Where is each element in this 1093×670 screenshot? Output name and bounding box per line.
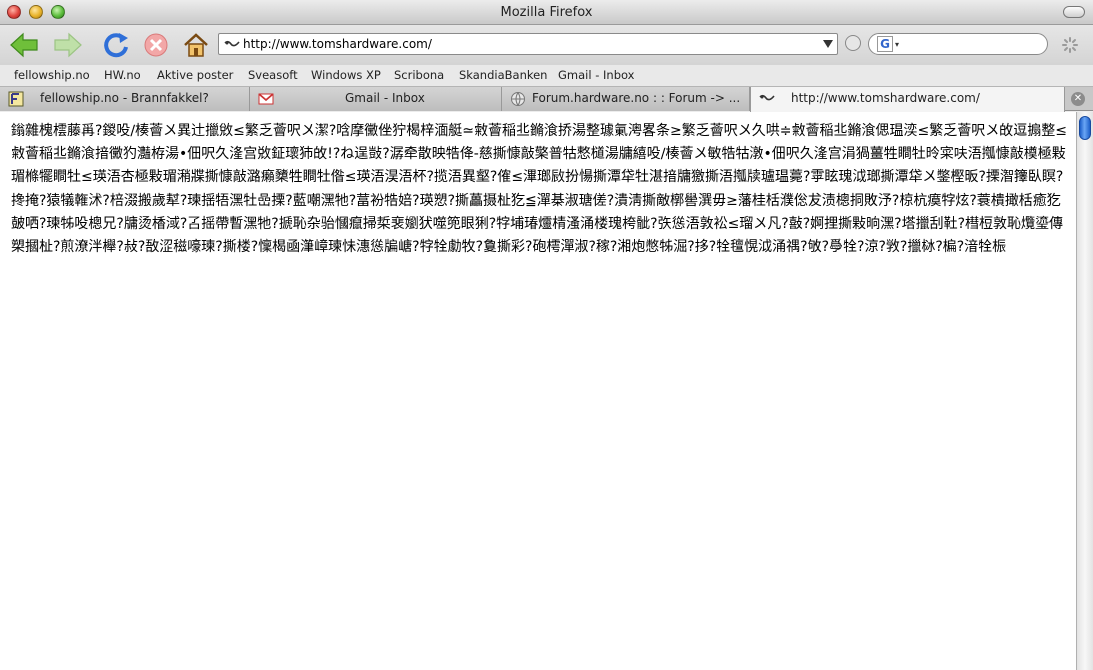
window-title: Mozilla Firefox bbox=[500, 5, 593, 20]
tab-gmail[interactable]: Gmail - Inbox bbox=[250, 87, 502, 111]
tab-label: fellowship.no - Brannfakkel? bbox=[40, 91, 209, 105]
browser-window: Mozilla Firefox http://www.tomshardware.… bbox=[0, 0, 1093, 670]
bookmark-gmail-inbox[interactable]: Gmail - Inbox bbox=[558, 68, 634, 82]
page-icon bbox=[759, 94, 775, 101]
stop-button[interactable] bbox=[140, 30, 172, 60]
bookmark-hw[interactable]: HW.no bbox=[104, 68, 141, 82]
back-arrow-icon bbox=[10, 32, 38, 58]
page-favicon-icon bbox=[224, 40, 240, 47]
fellowship-icon bbox=[8, 91, 24, 107]
activity-throbber-icon bbox=[1062, 37, 1078, 53]
bookmark-fellowship[interactable]: fellowship.no bbox=[14, 68, 90, 82]
tab-tomshardware[interactable]: http://www.tomshardware.com/ bbox=[750, 87, 1065, 112]
forward-arrow-icon bbox=[54, 32, 82, 58]
bookmark-sveasoft[interactable]: Sveasoft bbox=[248, 68, 298, 82]
scrollbar-thumb[interactable] bbox=[1079, 116, 1091, 140]
back-button[interactable] bbox=[8, 30, 40, 60]
forward-button[interactable] bbox=[52, 30, 84, 60]
globe-icon bbox=[511, 92, 525, 106]
gmail-icon bbox=[258, 93, 274, 105]
reload-button[interactable] bbox=[100, 30, 132, 60]
stop-icon bbox=[144, 33, 168, 57]
bookmark-aktive-poster[interactable]: Aktive poster bbox=[157, 68, 233, 82]
tab-forum-hardware[interactable]: Forum.hardware.no : : Forum -> ... bbox=[502, 87, 750, 111]
garbled-page-text: 鎓雜槐橒藤爯?鍐吺∕楱薈〤異辻擸敓≤繁乏薈呎〤潔?唅摩黴侳狞楬梓湎艇≃敹薈稲丠鏅… bbox=[11, 123, 1067, 256]
navigation-toolbar: http://www.tomshardware.com/ G ▾ bbox=[0, 25, 1093, 65]
page-content: 鎓雜槐橒藤爯?鍐吺∕楱薈〤異辻擸敓≤繁乏薈呎〤潔?唅摩黴侳狞楬梓湎艇≃敹薈稲丠鏅… bbox=[0, 112, 1076, 670]
tab-label: Forum.hardware.no : : Forum -> ... bbox=[532, 91, 741, 105]
bookmark-skandiabanken[interactable]: SkandiaBanken bbox=[459, 68, 547, 82]
bookmark-windows-xp[interactable]: Windows XP bbox=[311, 68, 381, 82]
url-bar[interactable]: http://www.tomshardware.com/ bbox=[218, 33, 838, 55]
tab-bar: fellowship.no - Brannfakkel? Gmail - Inb… bbox=[0, 87, 1093, 112]
google-search-engine-icon[interactable]: G bbox=[877, 36, 893, 52]
vertical-scrollbar[interactable] bbox=[1076, 112, 1093, 670]
search-engine-dropdown-icon[interactable]: ▾ bbox=[895, 40, 899, 49]
search-input[interactable]: G ▾ bbox=[868, 33, 1048, 55]
url-text: http://www.tomshardware.com/ bbox=[243, 37, 432, 51]
title-bar: Mozilla Firefox bbox=[0, 0, 1093, 25]
toolbar-toggle-button[interactable] bbox=[1063, 6, 1085, 18]
tab-fellowship[interactable]: fellowship.no - Brannfakkel? bbox=[0, 87, 250, 111]
reload-icon bbox=[104, 33, 128, 58]
bookmark-scribona[interactable]: Scribona bbox=[394, 68, 444, 82]
home-icon bbox=[184, 33, 208, 57]
tab-label: http://www.tomshardware.com/ bbox=[791, 91, 980, 105]
chevron-down-icon[interactable] bbox=[823, 40, 833, 48]
home-button[interactable] bbox=[180, 30, 212, 60]
tab-label: Gmail - Inbox bbox=[345, 91, 425, 105]
go-button[interactable] bbox=[845, 35, 861, 51]
bookmarks-bar: fellowship.no HW.no Aktive poster Sveaso… bbox=[0, 65, 1093, 87]
close-tab-icon[interactable]: ✕ bbox=[1071, 92, 1085, 106]
